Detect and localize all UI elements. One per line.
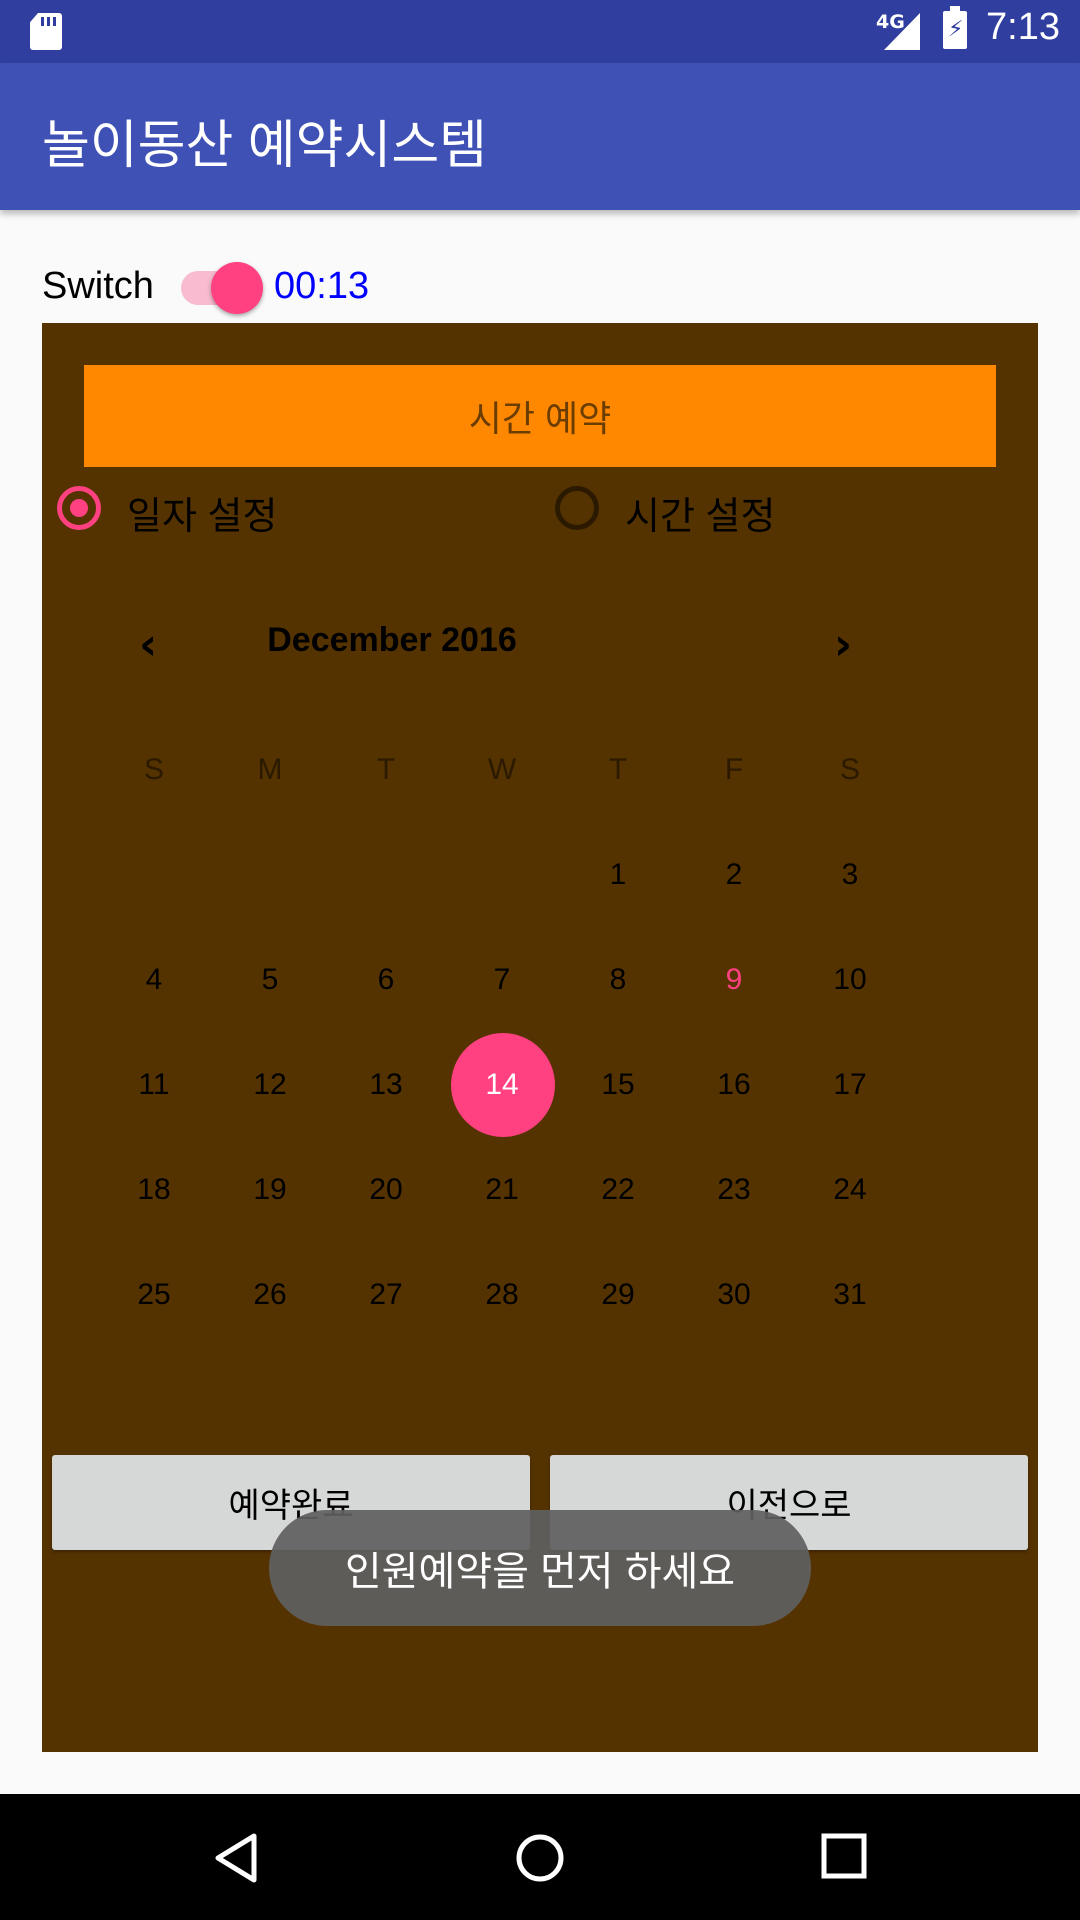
weekday-label: S [839, 753, 860, 786]
chevron-right-icon[interactable]: › [834, 623, 852, 667]
app-bar: 놀이동산 예약시스템 [0, 63, 1080, 210]
calendar-day[interactable]: 29 [560, 1242, 676, 1347]
status-bar: 4G ⚡ 7:13 [0, 0, 1080, 63]
calendar-day[interactable]: 27 [328, 1242, 444, 1347]
calendar-day[interactable]: 17 [792, 1032, 908, 1137]
weekday-header-row: SMTWTFS [96, 717, 908, 822]
calendar-day[interactable]: 7 [444, 927, 560, 1032]
calendar-empty-cell [96, 822, 212, 927]
recents-nav-icon[interactable] [820, 1832, 868, 1880]
calendar-day[interactable]: 2 [676, 822, 792, 927]
elapsed-timer: 00:13 [274, 265, 370, 307]
status-time: 7:13 [986, 6, 1060, 48]
calendar-day-today[interactable]: 9 [676, 927, 792, 1032]
calendar-day[interactable]: 23 [676, 1137, 792, 1242]
time-setting-label[interactable]: 시간 설정 [625, 485, 775, 540]
calendar-day[interactable]: 18 [96, 1137, 212, 1242]
calendar-month-title: December 2016 [267, 621, 517, 659]
weekday-label: W [487, 753, 517, 786]
calendar-day-selected[interactable]: 14 [444, 1032, 560, 1137]
calendar-day[interactable]: 31 [792, 1242, 908, 1347]
toast-message: 인원예약을 먼저 하세요 [269, 1510, 811, 1626]
calendar-empty-cell [444, 822, 560, 927]
time-setting-radio[interactable] [555, 486, 599, 530]
calendar-grid: SMTWTFS 1 2 3 4 5 6 7 8 9 10 11 12 13 14 15 16 17 18 19 20 2… [96, 717, 908, 1347]
time-reserve-button[interactable]: 시간 예약 [84, 365, 996, 467]
calendar-day[interactable]: 25 [96, 1242, 212, 1347]
calendar-week-row: 11 12 13 14 15 16 17 [96, 1032, 908, 1137]
app-title: 놀이동산 예약시스템 [42, 117, 488, 175]
calendar-day[interactable]: 1 [560, 822, 676, 927]
calendar-day[interactable]: 16 [676, 1032, 792, 1137]
date-setting-radio[interactable] [57, 486, 101, 530]
weekday-label: F [724, 753, 744, 786]
calendar-day[interactable]: 22 [560, 1137, 676, 1242]
calendar-empty-cell [328, 822, 444, 927]
calendar-day[interactable]: 8 [560, 927, 676, 1032]
switch-label: Switch [42, 265, 154, 307]
home-nav-icon[interactable] [514, 1832, 566, 1884]
calendar-week-row: 18 19 20 21 22 23 24 [96, 1137, 908, 1242]
back-nav-icon[interactable] [212, 1832, 260, 1884]
calendar-day[interactable]: 24 [792, 1137, 908, 1242]
calendar-day[interactable]: 28 [444, 1242, 560, 1347]
calendar-day[interactable]: 19 [212, 1137, 328, 1242]
switch-thumb[interactable] [211, 262, 263, 314]
calendar-week-row: 123 [96, 822, 908, 927]
calendar-day[interactable]: 4 [96, 927, 212, 1032]
calendar-day[interactable]: 13 [328, 1032, 444, 1137]
date-setting-label[interactable]: 일자 설정 [127, 485, 277, 540]
chevron-left-icon[interactable]: ‹ [139, 623, 157, 667]
calendar-week-row: 25 26 27 28 29 30 31 [96, 1242, 908, 1347]
sd-card-icon [30, 13, 62, 50]
weekday-label: M [257, 753, 283, 786]
calendar-day[interactable]: 20 [328, 1137, 444, 1242]
calendar-day[interactable]: 21 [444, 1137, 560, 1242]
weekday-label: T [608, 753, 628, 786]
battery-charging-icon: ⚡ [943, 6, 967, 49]
weekday-label: S [143, 753, 164, 786]
weekday-label: T [376, 753, 396, 786]
calendar-day[interactable]: 3 [792, 822, 908, 927]
calendar-day[interactable]: 12 [212, 1032, 328, 1137]
calendar-day[interactable]: 15 [560, 1032, 676, 1137]
calendar-day[interactable]: 11 [96, 1032, 212, 1137]
calendar-week-row: 4 5 6 7 8 9 10 [96, 927, 908, 1032]
calendar-day[interactable]: 30 [676, 1242, 792, 1347]
calendar-day[interactable]: 10 [792, 927, 908, 1032]
calendar-day[interactable]: 6 [328, 927, 444, 1032]
navigation-bar [0, 1794, 1080, 1920]
signal-icon [884, 13, 920, 50]
calendar-day[interactable]: 5 [212, 927, 328, 1032]
calendar-empty-cell [212, 822, 328, 927]
calendar-day[interactable]: 26 [212, 1242, 328, 1347]
